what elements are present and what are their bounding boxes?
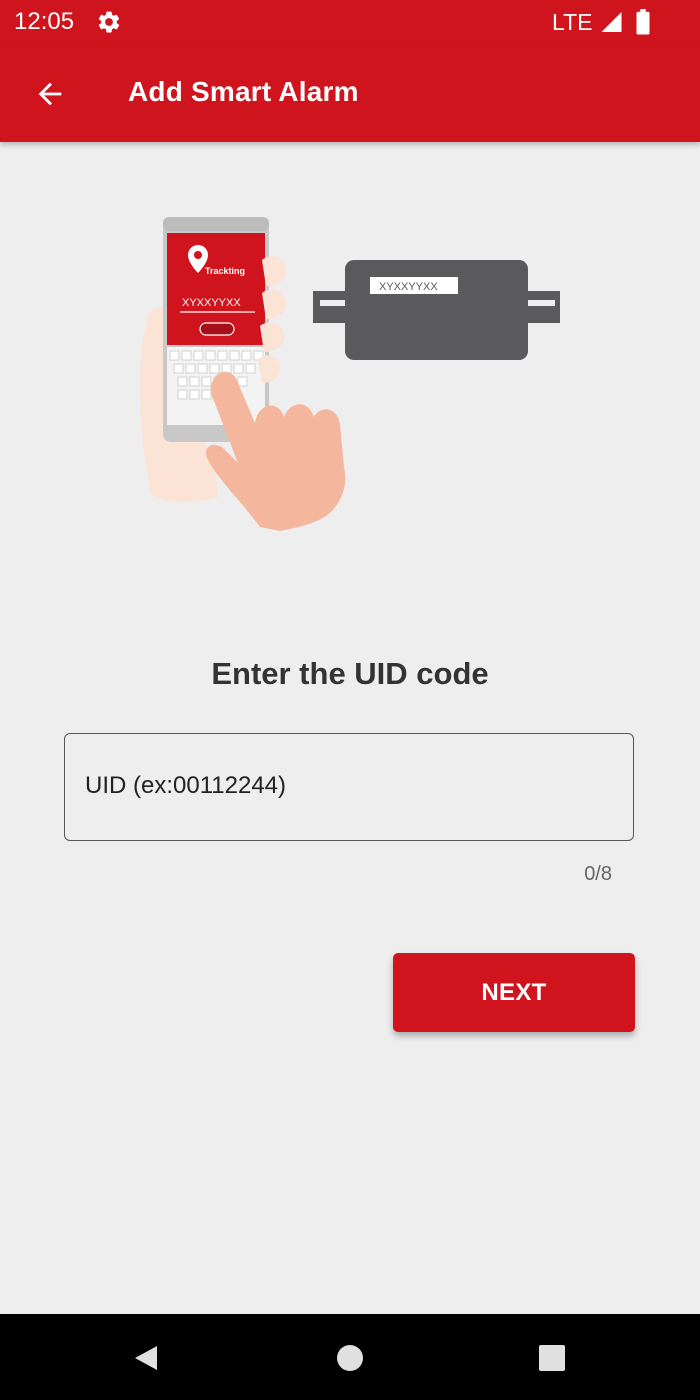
page-title: Add Smart Alarm [128, 76, 359, 107]
home-circle-icon[interactable] [334, 1342, 366, 1374]
uid-field[interactable] [64, 733, 634, 841]
next-button[interactable]: NEXT [393, 953, 635, 1032]
status-time: 12:05 [14, 8, 75, 35]
navigation-bar [0, 1314, 700, 1400]
app-bar: Add Smart Alarm [0, 44, 700, 142]
pointing-hand [205, 371, 346, 531]
tracking-device: XYXXYYXX [313, 260, 560, 360]
phone-app-name: Trackting [205, 266, 245, 276]
phone-code: XYXXYYXX [182, 297, 241, 309]
status-bar: 12:05 LTE [0, 0, 700, 44]
phone-screen-button [199, 322, 235, 336]
form-title: Enter the UID code [211, 656, 489, 691]
gear-icon [98, 11, 120, 33]
phone-top [163, 217, 269, 231]
arrow-left-icon [38, 82, 62, 106]
character-counter: 0/8 [584, 863, 612, 885]
uid-input[interactable] [85, 734, 615, 838]
battery-icon [636, 9, 650, 35]
network-type: LTE [552, 9, 593, 35]
next-button-label: NEXT [481, 978, 547, 1006]
uid-illustration: Trackting XYXXYYXX XYXXYYXX [140, 217, 560, 531]
back-triangle-icon[interactable] [131, 1342, 163, 1374]
signal-icon [601, 12, 622, 32]
recents-square-icon[interactable] [536, 1342, 568, 1374]
device-label: XYXXYYXX [379, 281, 438, 293]
back-button[interactable] [24, 68, 76, 120]
